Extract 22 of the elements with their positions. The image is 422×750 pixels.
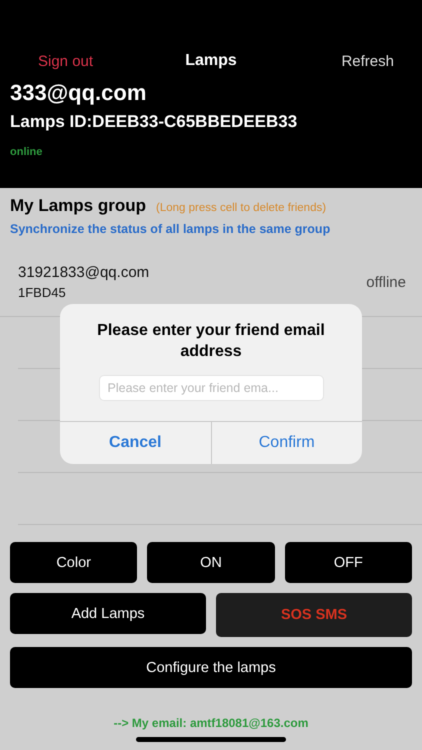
- friend-email: 31921833@qq.com: [18, 264, 150, 281]
- action-button[interactable]: Add Lamps: [10, 593, 206, 634]
- dialog-button[interactable]: Confirm: [210, 422, 362, 464]
- email-input-field[interactable]: Please enter your friend ema...: [98, 375, 324, 401]
- action-button[interactable]: Color: [10, 542, 138, 583]
- status-label: offline: [366, 274, 406, 290]
- action-button[interactable]: OFF: [284, 542, 412, 583]
- status-label: online: [10, 146, 44, 158]
- lamps-id: Lamps ID:DEEB33-C65BBEDEEB33: [10, 112, 298, 132]
- nav-title: Lamps: [184, 52, 238, 70]
- action-button[interactable]: Configure the lamps: [10, 647, 412, 688]
- group-title: My Lamps group: [10, 196, 146, 216]
- action-button[interactable]: ON: [147, 542, 275, 583]
- friend-id: 1FBD45: [18, 285, 67, 300]
- sign-out-link[interactable]: Sign out: [10, 52, 144, 70]
- dialog-title: Please enter your friend email address: [96, 321, 326, 362]
- footer-email: --> My email: amtf18081@163.com: [112, 716, 310, 730]
- refresh-link[interactable]: Refresh: [278, 52, 412, 70]
- account-email: 333@qq.com: [10, 80, 148, 106]
- sync-text: Synchronize the status of all lamps in the same group: [10, 222, 332, 236]
- hint-text: (Long press cell to delete friends): [156, 202, 326, 214]
- dialog-button[interactable]: Cancel: [60, 422, 210, 464]
